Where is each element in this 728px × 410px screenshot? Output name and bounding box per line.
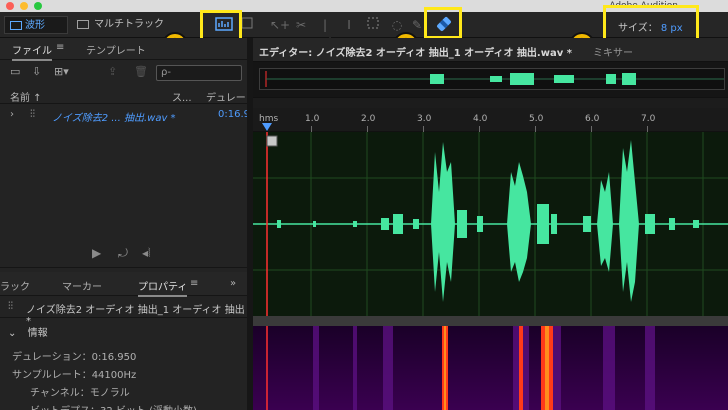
close-window-button[interactable]	[6, 2, 14, 10]
tab-mixer[interactable]: ミキサー	[593, 44, 633, 59]
zoom-window-button[interactable]	[34, 2, 42, 10]
ruler-tick-label: 2.0	[361, 114, 376, 124]
lasso-icon: ◌	[391, 18, 403, 32]
overview-strip[interactable]	[253, 62, 728, 98]
column-status[interactable]: ス...	[172, 89, 192, 104]
insert-icon[interactable]: ⇪	[108, 66, 122, 78]
ruler-tick-label: 7.0	[641, 114, 656, 124]
properties-panel-tabs: ラック マーカー プロパティ ≡ »	[0, 272, 247, 297]
spectral-display[interactable]	[253, 326, 728, 410]
move-tool-icon: ↖+	[270, 18, 291, 32]
info-section-header[interactable]: ⌄ 情報	[8, 324, 48, 339]
waveform-icon	[10, 21, 22, 30]
ruler-tick-label: 4.0	[473, 114, 488, 124]
editor-panel: エディター: ノイズ除去2 オーディオ 抽出_1 オーディオ 抽出.wav * …	[253, 38, 728, 410]
more-panels-icon[interactable]: »	[230, 278, 236, 289]
overview-frame	[259, 68, 725, 90]
ruler-tick-label: 1.0	[305, 114, 320, 124]
razor-tool-icon: ✂	[295, 18, 307, 32]
file-row[interactable]: › ⫶⫶ ノイズ除去2 ... 抽出.wav * 0:16.95	[0, 106, 256, 124]
spectral-pitch-icon	[241, 17, 253, 29]
tab-properties[interactable]: プロパティ	[138, 278, 188, 297]
preview-transport: ▶ ⤾ ◂⦚	[0, 238, 247, 268]
marquee-icon	[367, 17, 379, 29]
waveform-canvas	[253, 132, 728, 316]
view-splitter[interactable]	[253, 316, 728, 326]
new-file-icon[interactable]: ⊞▾	[54, 66, 69, 78]
waveform-display[interactable]	[253, 132, 728, 316]
info-section-title: 情報	[27, 328, 48, 339]
properties-file-title: ノイズ除去2 オーディオ 抽出_1 オーディオ 抽出 *	[26, 305, 245, 327]
info-channels: チャンネル：モノラル	[30, 388, 130, 399]
marquee-selection-tool-button[interactable]	[364, 16, 382, 34]
ruler-tick-label: 6.0	[585, 114, 600, 124]
tab-markers[interactable]: マーカー	[62, 278, 102, 293]
expand-chevron-icon[interactable]: ›	[10, 109, 14, 120]
razor-tool-button[interactable]: ✂	[292, 16, 310, 34]
tab-rack[interactable]: ラック	[0, 278, 30, 293]
files-panel-tabs: ファイル ≡ テンプレート	[0, 38, 247, 61]
paintbrush-icon: ✎	[411, 18, 423, 32]
tab-files[interactable]: ファイル	[12, 42, 52, 61]
info-bit-depth: ビットデプス：32 ビット (浮動小数)	[30, 402, 197, 410]
tab-editor[interactable]: エディター: ノイズ除去2 オーディオ 抽出_1 オーディオ 抽出.wav *	[259, 44, 572, 65]
properties-file-header: ⫶⫶ ノイズ除去2 オーディオ 抽出_1 オーディオ 抽出 *	[0, 296, 247, 327]
audio-file-icon: ⫶⫶	[8, 301, 13, 312]
open-folder-icon[interactable]: ▭	[10, 66, 24, 78]
move-tool-button[interactable]: ↖+	[270, 16, 291, 34]
waveform-label: 波形	[25, 20, 45, 31]
spectral-canvas	[253, 326, 728, 410]
editor-tabs: エディター: ノイズ除去2 オーディオ 抽出_1 オーディオ 抽出.wav * …	[253, 38, 728, 65]
search-icon: ρ-	[161, 67, 171, 78]
left-panel: ファイル ≡ テンプレート ▭ ⇩ ⊞▾ ⇪ 🗑 ρ- 名前 ↑ ス... デュ…	[0, 38, 256, 410]
multitrack-label: マルチトラック	[94, 19, 164, 30]
chevron-down-icon: ⌄	[8, 328, 17, 339]
column-duration[interactable]: デュレー	[206, 89, 246, 104]
overview-waveform	[265, 71, 724, 87]
slip-tool-button[interactable]: |↔|	[316, 16, 334, 50]
column-name[interactable]: 名前 ↑	[10, 89, 42, 104]
info-duration: デュレーション：0:16.950	[12, 352, 137, 363]
loop-icon[interactable]: ⤾	[118, 246, 128, 261]
time-selection-tool-button[interactable]: I	[340, 16, 358, 34]
volume-icon[interactable]: ◂⦚	[142, 246, 151, 261]
import-file-icon[interactable]: ⇩	[32, 66, 46, 78]
multitrack-icon	[77, 20, 89, 29]
time-ruler[interactable]: hms 1.0 2.0 3.0 4.0 5.0 6.0 7.0	[253, 108, 728, 132]
ruler-tick-label: 5.0	[529, 114, 544, 124]
file-name: ノイズ除去2 ... 抽出.wav *	[52, 113, 176, 124]
delete-icon[interactable]: 🗑	[134, 66, 148, 78]
play-icon[interactable]: ▶	[92, 246, 101, 260]
files-column-headers: 名前 ↑ ス... デュレー	[0, 86, 247, 104]
audio-file-icon: ⫶⫶	[30, 109, 35, 120]
tab-templates[interactable]: テンプレート	[86, 42, 146, 57]
time-selection-icon: I	[347, 18, 351, 32]
highlight-box-2	[424, 7, 462, 39]
panel-menu-icon[interactable]: ≡	[56, 42, 64, 53]
multitrack-view-button[interactable]: マルチトラック	[72, 16, 168, 34]
panel-menu-icon[interactable]: ≡	[190, 278, 198, 289]
minimize-window-button[interactable]	[20, 2, 28, 10]
files-search-input[interactable]: ρ-	[156, 65, 242, 81]
waveform-view-button[interactable]: 波形	[4, 16, 68, 34]
ruler-tick-label: 3.0	[417, 114, 432, 124]
info-sample-rate: サンプルレート：44100Hz	[12, 370, 137, 381]
files-toolbar: ▭ ⇩ ⊞▾ ⇪ 🗑 ρ-	[0, 60, 247, 84]
